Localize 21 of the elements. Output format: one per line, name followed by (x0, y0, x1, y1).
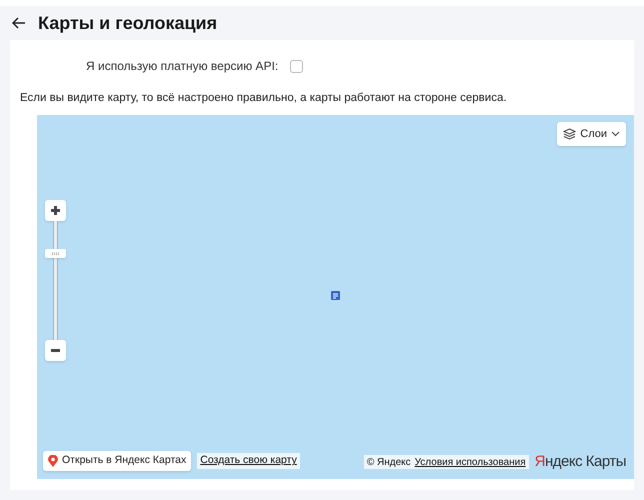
map[interactable]: Слои Открыть в Яндекс Картах Создать свою карту © Яндекс Условия использования Яндекс Карты (37, 115, 634, 480)
terms-link[interactable]: Условия использования (414, 454, 526, 470)
zoom-in-button[interactable] (45, 200, 66, 222)
grip-icon (52, 252, 60, 255)
layers-icon (563, 128, 576, 140)
copyright-text: © Яндекс (366, 456, 411, 470)
plus-icon (50, 205, 61, 216)
create-map-link[interactable]: Создать свою карту (197, 453, 300, 470)
location-pin-icon (48, 455, 58, 468)
paid-api-label: Я использую платную версию API: (86, 58, 278, 75)
back-arrow-icon[interactable] (12, 17, 26, 29)
zoom-slider-handle[interactable] (45, 248, 66, 258)
page-title: Карты и геолокация (38, 12, 218, 35)
yandex-maps-logo: Яндекс Карты (534, 452, 626, 472)
open-in-maps-button[interactable]: Открыть в Яндекс Картах (43, 451, 192, 472)
layers-button[interactable]: Слои (557, 122, 626, 146)
map-marker-icon (331, 291, 340, 300)
info-text: Если вы видите карту, то всё настроено правильно, а карты работают на стороне сервиса. (20, 91, 508, 106)
chevron-down-icon (611, 131, 620, 138)
zoom-out-button[interactable] (45, 340, 66, 362)
paid-api-checkbox[interactable] (290, 60, 304, 72)
